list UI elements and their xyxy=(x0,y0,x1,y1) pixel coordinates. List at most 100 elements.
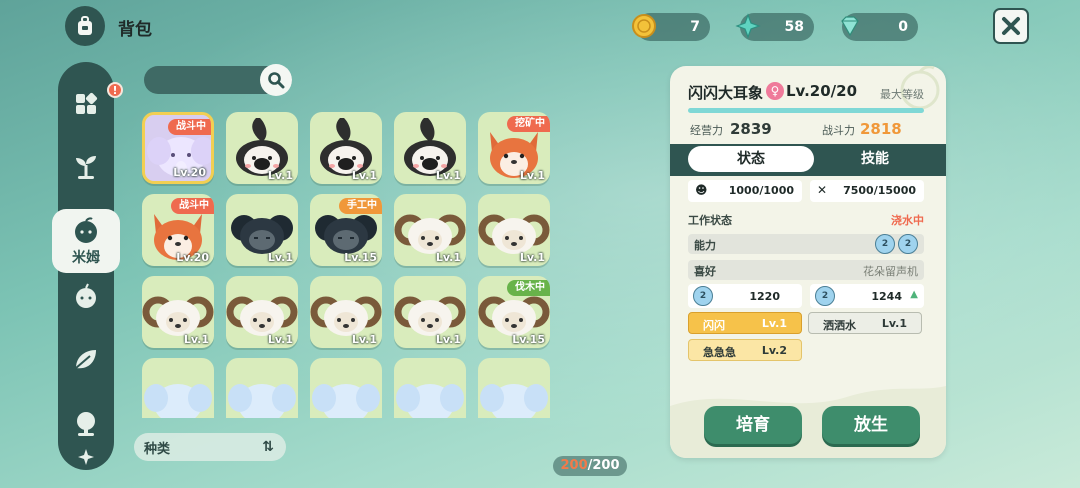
water-skill-icon: 2 xyxy=(815,286,835,306)
creature-portrait xyxy=(396,384,464,418)
creature-cell[interactable]: 战斗中 Lv.20 xyxy=(142,194,214,266)
capacity-total: /200 xyxy=(587,458,620,473)
water-skill-icon[interactable]: 2 xyxy=(898,234,918,254)
grid-icon xyxy=(76,92,98,114)
creature-cell[interactable] xyxy=(478,358,550,418)
close-button[interactable] xyxy=(993,8,1029,44)
creature-level: Lv.20/20 xyxy=(786,82,858,100)
sidebar-item-mimu[interactable]: 米姆 xyxy=(52,209,120,273)
creature-grid: 战斗中 Lv.20 Lv.1 Lv.1 Lv.1 挖矿中 Lv.1 战斗中 Lv.20 Lv.1 手… xyxy=(142,112,554,418)
creature-cell[interactable]: Lv.1 xyxy=(226,194,298,266)
creature-cell[interactable]: Lv.1 xyxy=(394,276,466,348)
combat-label: 战斗力 xyxy=(822,124,855,137)
xp-bar xyxy=(688,108,924,113)
utensils-icon: ✕ xyxy=(817,183,828,197)
management-label: 经营力 xyxy=(690,124,723,137)
tree-icon xyxy=(77,412,95,436)
skill-name: 洒洒水 xyxy=(823,319,856,332)
creature-level: Lv.1 xyxy=(435,169,461,182)
work-state-value: 浇水中 xyxy=(891,214,924,227)
skill-chip-1[interactable]: 闪闪 Lv.1 xyxy=(688,312,802,334)
creature-level: Lv.20 xyxy=(173,166,206,179)
leaf-icon xyxy=(75,350,96,369)
creature-name: 闪闪大耳象 xyxy=(688,84,764,102)
creature-cell[interactable]: Lv.1 xyxy=(394,194,466,266)
water-skill-icon: 2 xyxy=(693,286,713,306)
search-icon xyxy=(268,72,285,89)
creature-level: Lv.15 xyxy=(512,333,545,346)
water-skill-icon[interactable]: 2 xyxy=(875,234,895,254)
work-status-tag: 战斗中 xyxy=(168,119,211,135)
breed-button[interactable]: 培育 xyxy=(704,406,802,444)
creature-cell[interactable] xyxy=(226,358,298,418)
tab-status[interactable]: 状态 xyxy=(688,146,814,172)
apple-creature-icon xyxy=(76,283,96,308)
creature-level: Lv.15 xyxy=(344,251,377,264)
diamond-icon xyxy=(836,12,864,40)
hunger-value: 1000/1000 xyxy=(728,184,794,197)
favorite-row: 喜好 花朵留声机 xyxy=(688,260,924,280)
sidebar-item-leaves[interactable] xyxy=(58,338,114,382)
star-crystal-icon xyxy=(734,12,762,40)
creature-detail-panel: 闪闪大耳象 ♀ Lv.20/20 最大等级 经营力 2839 战斗力 2818 … xyxy=(670,66,946,458)
work-status-tag: 伐木中 xyxy=(507,280,550,296)
creature-portrait xyxy=(144,384,212,418)
capacity-current: 200 xyxy=(560,458,588,473)
sidebar-item-items[interactable] xyxy=(58,82,114,126)
sort-filter-button[interactable]: 种类 ⇅ xyxy=(134,433,286,461)
diamond-counter: 0 xyxy=(841,13,918,41)
skill-level: Lv.2 xyxy=(761,344,787,357)
creature-cell[interactable]: 伐木中 Lv.15 xyxy=(478,276,550,348)
search-button[interactable] xyxy=(260,64,292,96)
creature-cell[interactable]: Lv.1 xyxy=(142,276,214,348)
hunger-meter: ☻ 1000/1000 xyxy=(688,180,802,202)
creature-cell[interactable]: 挖矿中 Lv.1 xyxy=(478,112,550,184)
tab-skills[interactable]: 技能 xyxy=(820,146,930,172)
work-status-tag: 手工中 xyxy=(339,198,382,214)
favorite-value: 花朵留声机 xyxy=(863,265,918,278)
creature-level: Lv.1 xyxy=(183,333,209,346)
work-state-label: 工作状态 xyxy=(688,214,732,227)
creature-cell[interactable] xyxy=(310,358,382,418)
creature-cell[interactable]: 战斗中 Lv.20 xyxy=(142,112,214,184)
creature-cell[interactable]: Lv.1 xyxy=(478,194,550,266)
ability-icons: 2 2 xyxy=(875,234,918,254)
skill-chip-3[interactable]: 急急急 Lv.2 xyxy=(688,339,802,361)
increase-arrow-icon: ▲ xyxy=(910,289,918,300)
alert-badge: ! xyxy=(107,82,123,98)
creature-portrait xyxy=(480,384,548,418)
skill-level: Lv.1 xyxy=(881,317,907,330)
sidebar-item-label: 米姆 xyxy=(72,250,100,266)
star-value: 58 xyxy=(784,19,804,35)
skill-chip-2[interactable]: 洒洒水 Lv.1 xyxy=(808,312,922,334)
max-level-text: 最大等级 xyxy=(880,88,924,101)
work-status-tag: 挖矿中 xyxy=(507,116,550,132)
sprout-icon xyxy=(76,156,96,179)
creature-cell[interactable] xyxy=(142,358,214,418)
creature-cell[interactable]: Lv.1 xyxy=(310,112,382,184)
creature-cell[interactable]: Lv.1 xyxy=(226,276,298,348)
skill-name: 闪闪 xyxy=(703,319,725,332)
preference-value-2: 2 1244 ▲ xyxy=(810,284,924,308)
work-state-row: 工作状态 浇水中 xyxy=(688,212,924,228)
creature-level: Lv.1 xyxy=(351,169,377,182)
preference-value-1: 2 1220 xyxy=(688,284,802,308)
release-button[interactable]: 放生 xyxy=(822,406,920,444)
creature-cell[interactable]: Lv.1 xyxy=(310,276,382,348)
ability-row: 能力 2 2 xyxy=(688,234,924,254)
sort-order-icon[interactable]: ⇅ xyxy=(262,439,274,455)
creature-cell[interactable]: Lv.1 xyxy=(226,112,298,184)
capacity-counter: 200/200 xyxy=(553,456,627,476)
creature-cell[interactable]: Lv.1 xyxy=(394,112,466,184)
creature-cell[interactable]: 手工中 Lv.15 xyxy=(310,194,382,266)
page-title: 背包 xyxy=(118,20,152,40)
sidebar-item-trees[interactable] xyxy=(58,402,114,446)
scroll-down-indicator[interactable] xyxy=(58,442,114,472)
backpack-icon[interactable] xyxy=(65,6,105,46)
creature-level: Lv.1 xyxy=(435,333,461,346)
sidebar-item-creature-2[interactable] xyxy=(58,274,114,318)
creature-level: Lv.1 xyxy=(267,169,293,182)
sparkle-icon xyxy=(78,449,94,465)
creature-cell[interactable] xyxy=(394,358,466,418)
sidebar-item-plants[interactable] xyxy=(58,144,114,188)
